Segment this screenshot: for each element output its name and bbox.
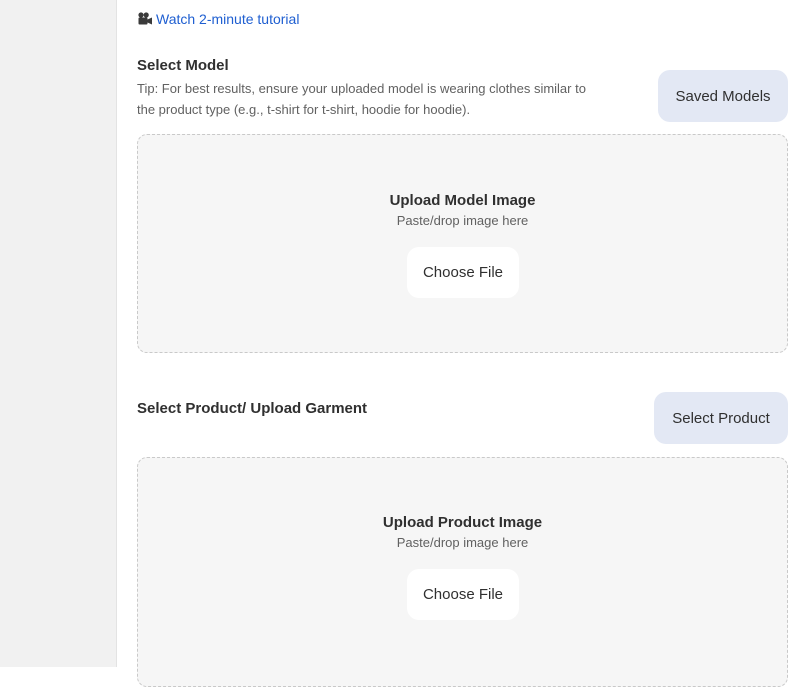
tutorial-link[interactable]: Watch 2-minute tutorial [137, 11, 299, 27]
select-product-title: Select Product/ Upload Garment [137, 400, 368, 417]
product-dropzone-title: Upload Product Image [382, 514, 543, 531]
left-sidebar [0, 0, 117, 667]
model-choose-file-button[interactable]: Choose File [407, 247, 519, 298]
select-product-button[interactable]: Select Product [654, 392, 788, 444]
model-dropzone-title: Upload Model Image [389, 192, 536, 209]
model-dropzone-hint: Paste/drop image here [396, 213, 529, 228]
saved-models-button[interactable]: Saved Models [658, 70, 788, 122]
main-content: Watch 2-minute tutorial Select Model Tip… [137, 0, 788, 687]
model-tip-text: Tip: For best results, ensure your uploa… [137, 81, 586, 117]
movie-camera-icon [137, 11, 153, 27]
model-image-dropzone[interactable]: Upload Model Image Paste/drop image here… [137, 134, 788, 353]
product-choose-file-button[interactable]: Choose File [407, 569, 519, 620]
tutorial-link-label: Watch 2-minute tutorial [156, 11, 300, 27]
product-image-dropzone[interactable]: Upload Product Image Paste/drop image he… [137, 457, 788, 687]
select-model-title: Select Model [137, 57, 229, 74]
product-dropzone-hint: Paste/drop image here [396, 535, 529, 550]
